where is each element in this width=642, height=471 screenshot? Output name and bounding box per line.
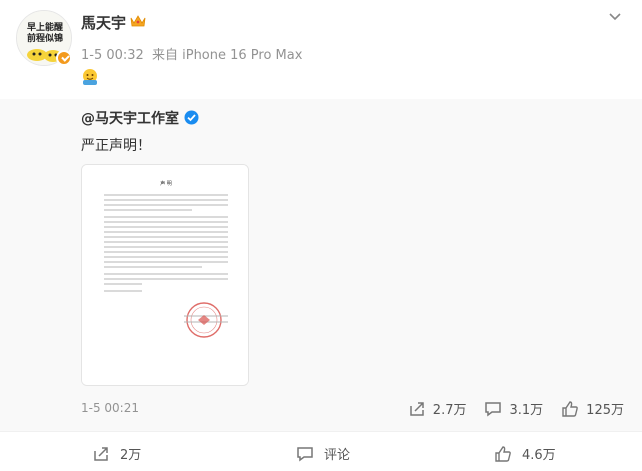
like-button[interactable]: 4.6万 <box>494 444 556 463</box>
crown-icon <box>130 15 146 27</box>
original-text: 严正声明！ <box>81 138 151 154</box>
chevron-down-icon[interactable] <box>608 10 622 24</box>
svg-text:早上能醒: 早上能醒 <box>27 21 63 33</box>
comment-icon <box>485 401 502 416</box>
repost-count: 2万 <box>120 448 142 463</box>
repost-share-count: 2.7万 <box>432 403 467 418</box>
post-meta: 1-5 00:32 来自 iPhone 16 Pro Max <box>81 44 302 63</box>
repost-button[interactable]: 2万 <box>92 444 141 463</box>
repost-block: @马天宇工作室 严正声明！ 声 明 1-5 00:21 2.7万 3.1万 12… <box>0 99 642 431</box>
comment-button[interactable]: 评论 <box>296 444 350 463</box>
author-name[interactable]: 馬天宇 <box>81 12 126 33</box>
post-source: 来自 iPhone 16 Pro Max <box>151 48 303 63</box>
repost-like-count: 125万 <box>586 403 624 418</box>
share-icon <box>410 401 424 416</box>
repost-stat-shares[interactable]: 2.7万 <box>408 399 467 418</box>
verified-badge-icon <box>56 50 72 66</box>
blue-verified-icon <box>184 110 199 125</box>
repost-stat-likes[interactable]: 125万 <box>561 399 624 418</box>
like-count: 4.6万 <box>522 448 556 463</box>
original-author-link[interactable]: @马天宇工作室 <box>81 108 179 128</box>
thumbs-up-icon <box>562 400 578 417</box>
thumbs-up-icon <box>495 445 511 462</box>
action-bar: 2万 评论 4.6万 <box>0 431 642 471</box>
share-icon <box>94 446 108 461</box>
svg-text:声 明: 声 明 <box>160 180 172 187</box>
repost-comment-count: 3.1万 <box>509 403 544 418</box>
weibo-post: 早上能醒 前程似锦 馬天宇 1-5 00:32 来自 iPhone 16 Pro… <box>0 0 642 471</box>
statement-document-image[interactable]: 声 明 <box>81 164 249 386</box>
post-time[interactable]: 1-5 00:32 <box>81 48 144 63</box>
hugging-emoji-icon <box>83 69 97 85</box>
repost-time[interactable]: 1-5 00:21 <box>81 401 139 415</box>
comment-label: 评论 <box>324 448 351 463</box>
comment-icon <box>297 446 313 461</box>
repost-stats: 2.7万 3.1万 125万 <box>408 399 624 418</box>
svg-text:前程似锦: 前程似锦 <box>27 32 63 44</box>
repost-stat-comments[interactable]: 3.1万 <box>484 399 543 418</box>
